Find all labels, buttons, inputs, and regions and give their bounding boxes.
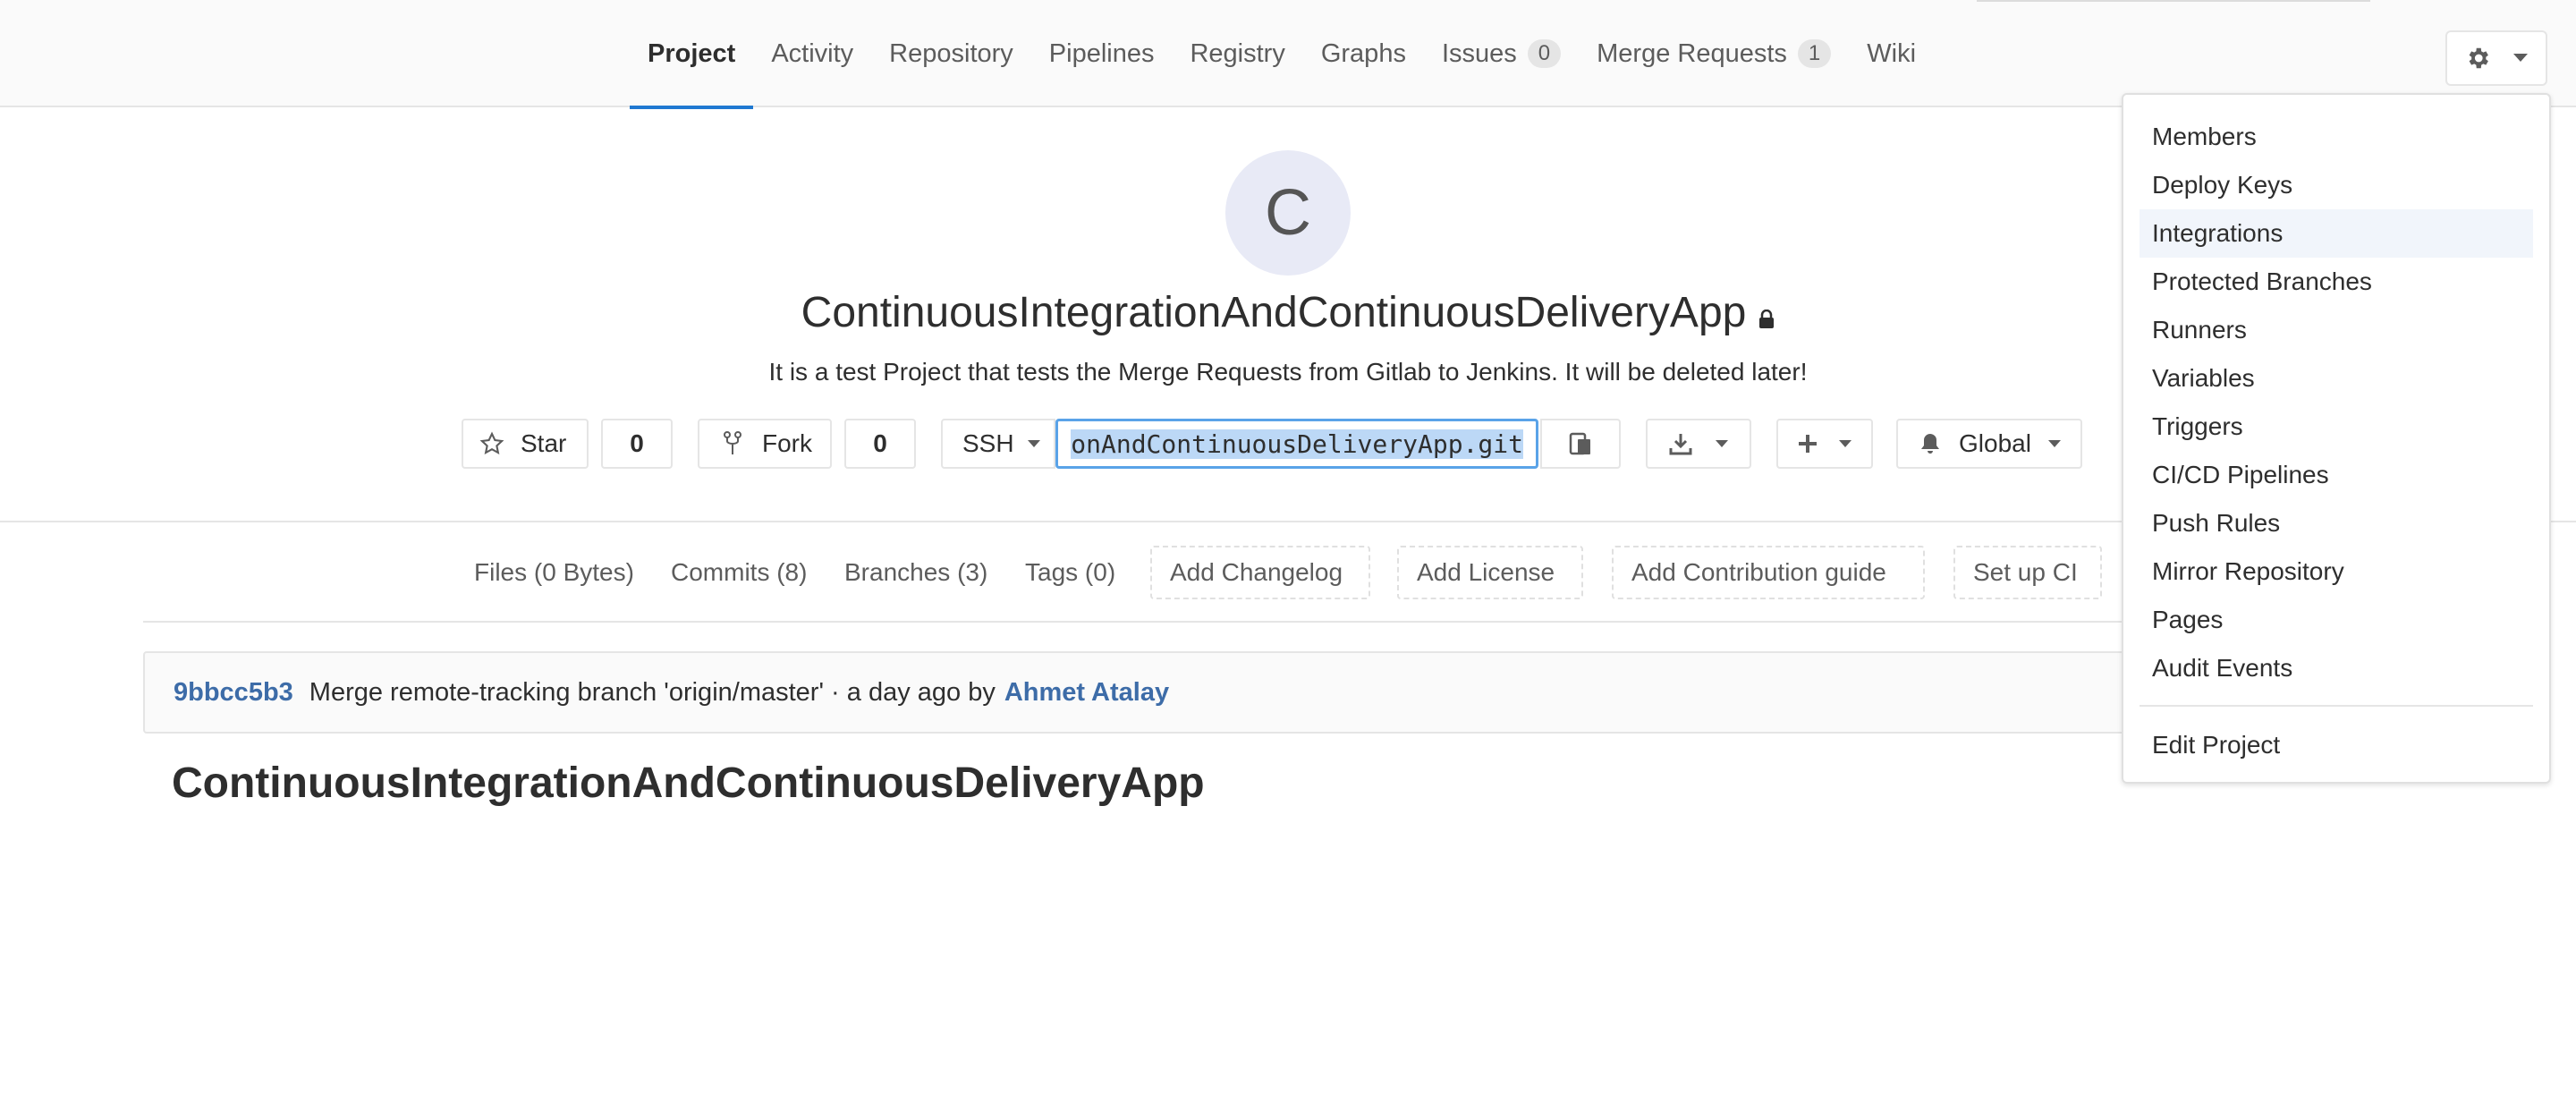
gear-icon — [2469, 47, 2488, 69]
clone-url-text: onAndContinuousDeliveryApp.git — [1071, 428, 1523, 459]
fork-button[interactable]: Fork — [698, 419, 832, 469]
merge-requests-count-badge: 1 — [1797, 39, 1832, 68]
tags-link[interactable]: Tags (0) — [1025, 546, 1115, 599]
settings-dropdown-menu: Members Deploy Keys Integrations Protect… — [2122, 93, 2551, 784]
commit-sha-link[interactable]: 9bbcc5b3 — [174, 678, 293, 708]
menu-item-members[interactable]: Members — [2140, 113, 2533, 161]
tab-label: Project — [648, 38, 736, 68]
menu-item-pages[interactable]: Pages — [2140, 596, 2533, 644]
menu-item-triggers[interactable]: Triggers — [2140, 403, 2533, 451]
last-commit-bar: 9bbcc5b3 Merge remote-tracking branch 'o… — [143, 651, 2433, 734]
lock-icon — [1758, 291, 1775, 340]
star-icon — [479, 431, 504, 455]
project-nav: Project Activity Repository Pipelines Re… — [0, 0, 2576, 109]
star-label: Star — [521, 429, 567, 457]
tab-label: Issues — [1441, 38, 1517, 68]
download-icon — [1669, 434, 1692, 455]
star-button[interactable]: Star — [462, 419, 589, 469]
bell-icon — [1921, 434, 1939, 454]
commit-author-link[interactable]: Ahmet Atalay — [1004, 678, 1169, 708]
chevron-down-icon — [1839, 440, 1852, 447]
divider — [143, 621, 2433, 623]
fork-count[interactable]: 0 — [844, 419, 916, 469]
tab-project[interactable]: Project — [630, 0, 754, 109]
chevron-down-icon — [2513, 54, 2528, 62]
menu-item-protected-branches[interactable]: Protected Branches — [2140, 258, 2533, 306]
project-title-text: ContinuousIntegrationAndContinuousDelive… — [801, 289, 1747, 336]
star-count[interactable]: 0 — [601, 419, 673, 469]
commit-message: Merge remote-tracking branch 'origin/mas… — [309, 677, 996, 707]
download-dropdown[interactable] — [1646, 419, 1751, 469]
chevron-down-icon — [1027, 440, 1040, 447]
fork-label: Fork — [762, 429, 812, 457]
files-link[interactable]: Files (0 Bytes) — [474, 546, 634, 599]
clone-url-input[interactable]: onAndContinuousDeliveryApp.git — [1055, 419, 1538, 469]
readme-title: ContinuousIntegrationAndContinuousDelive… — [172, 759, 1205, 807]
add-changelog-button[interactable]: Add Changelog — [1150, 546, 1370, 599]
branches-link[interactable]: Branches (3) — [844, 546, 987, 599]
menu-item-audit-events[interactable]: Audit Events — [2140, 644, 2533, 692]
add-dropdown[interactable] — [1776, 419, 1873, 469]
menu-item-runners[interactable]: Runners — [2140, 306, 2533, 354]
tab-label: Repository — [889, 38, 1013, 68]
tab-repository[interactable]: Repository — [871, 0, 1031, 107]
menu-item-integrations[interactable]: Integrations — [2140, 209, 2533, 258]
settings-dropdown-button[interactable] — [2445, 30, 2547, 86]
chevron-down-icon — [2047, 440, 2061, 447]
menu-divider — [2140, 705, 2533, 707]
issues-count-badge: 0 — [1527, 39, 1562, 68]
menu-item-push-rules[interactable]: Push Rules — [2140, 499, 2533, 547]
fork-icon — [724, 431, 741, 454]
chevron-down-icon — [1716, 440, 1728, 447]
tab-label: Wiki — [1867, 38, 1917, 68]
menu-item-deploy-keys[interactable]: Deploy Keys — [2140, 161, 2533, 209]
top-strip — [1977, 0, 2370, 2]
menu-item-variables[interactable]: Variables — [2140, 354, 2533, 403]
protocol-dropdown[interactable]: SSH — [941, 419, 1055, 469]
notification-label: Global — [1959, 429, 2031, 457]
menu-item-edit-project[interactable]: Edit Project — [2140, 721, 2533, 769]
tab-graphs[interactable]: Graphs — [1303, 0, 1424, 107]
tab-wiki[interactable]: Wiki — [1849, 0, 1934, 107]
set-up-ci-button[interactable]: Set up CI — [1953, 546, 2102, 599]
commits-link[interactable]: Commits (8) — [671, 546, 807, 599]
notification-dropdown[interactable]: Global — [1896, 419, 2082, 469]
add-license-button[interactable]: Add License — [1397, 546, 1583, 599]
add-contribution-guide-button[interactable]: Add Contribution guide — [1612, 546, 1925, 599]
clipboard-icon — [1569, 432, 1590, 455]
tab-label: Pipelines — [1048, 38, 1155, 68]
tab-label: Graphs — [1320, 38, 1406, 68]
copy-url-button[interactable] — [1540, 419, 1621, 469]
tab-label: Merge Requests — [1597, 38, 1787, 68]
tab-merge-requests[interactable]: Merge Requests 1 — [1579, 0, 1849, 107]
tab-issues[interactable]: Issues 0 — [1424, 0, 1579, 107]
tab-registry[interactable]: Registry — [1172, 0, 1302, 107]
plus-icon — [1799, 435, 1817, 453]
protocol-label: SSH — [962, 429, 1014, 457]
tab-label: Activity — [771, 38, 854, 68]
nav-tabs: Project Activity Repository Pipelines Re… — [630, 0, 1934, 109]
project-avatar: C — [1225, 150, 1351, 276]
menu-item-ci-cd-pipelines[interactable]: CI/CD Pipelines — [2140, 451, 2533, 499]
tab-activity[interactable]: Activity — [753, 0, 871, 107]
tab-pipelines[interactable]: Pipelines — [1031, 0, 1173, 107]
tab-label: Registry — [1190, 38, 1285, 68]
menu-item-mirror-repository[interactable]: Mirror Repository — [2140, 547, 2533, 596]
